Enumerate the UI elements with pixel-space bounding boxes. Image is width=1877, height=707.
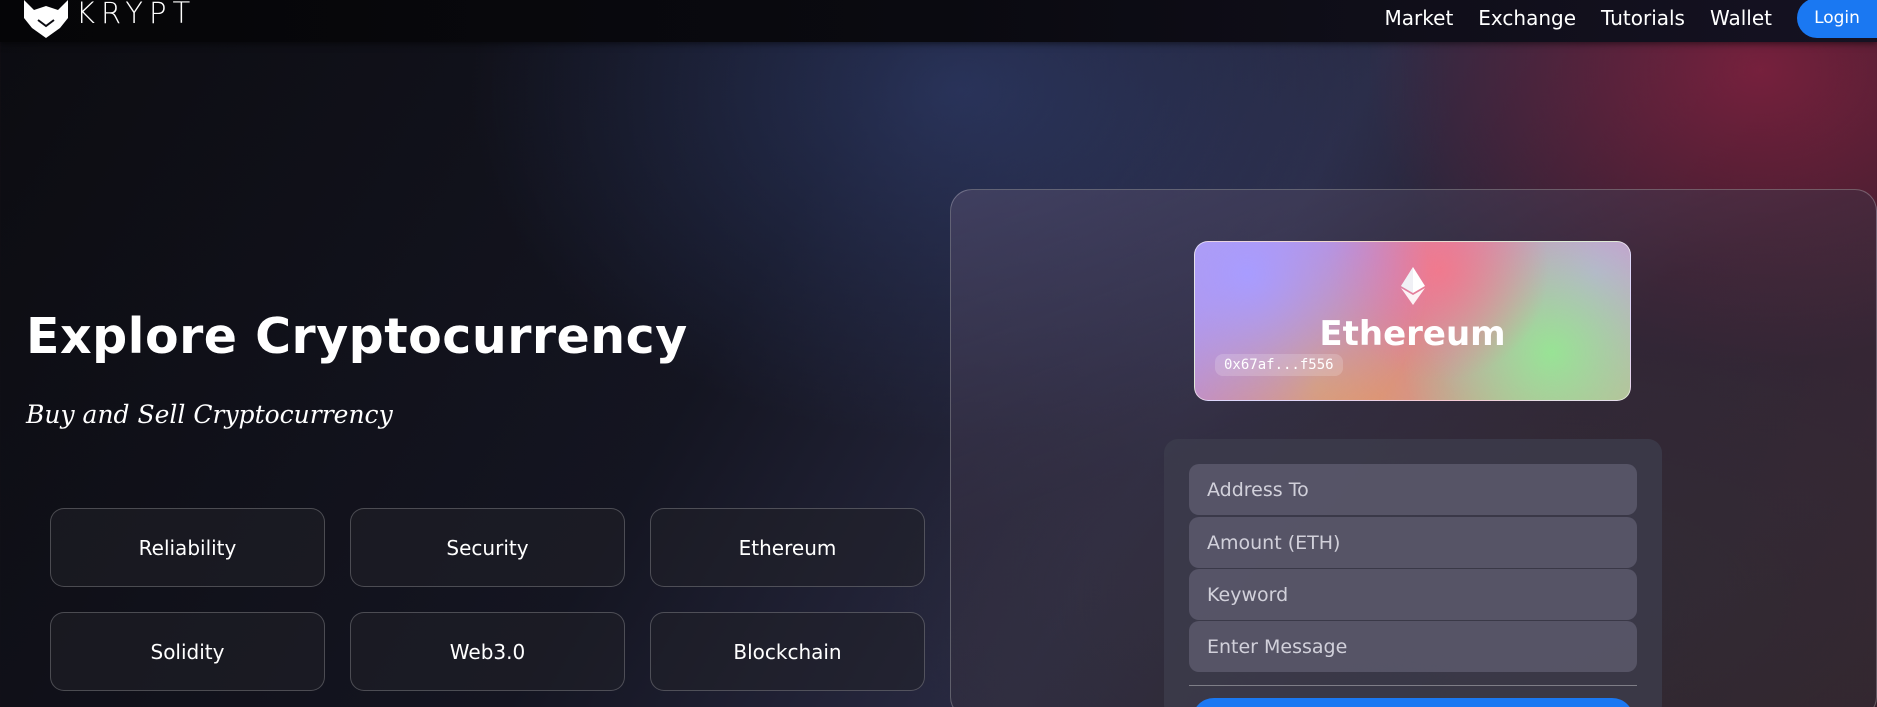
amount-input[interactable]: [1189, 517, 1637, 568]
card-network-name: Ethereum: [1319, 314, 1506, 354]
ethereum-card: Ethereum 0x67af...f556: [1194, 241, 1631, 401]
hero-title: Explore Cryptocurrency: [26, 308, 688, 365]
wallet-address: 0x67af...f556: [1215, 354, 1343, 376]
feature-solidity: Solidity: [50, 612, 325, 691]
send-button[interactable]: [1192, 698, 1634, 707]
feature-blockchain: Blockchain: [650, 612, 925, 691]
nav-link-exchange[interactable]: Exchange: [1478, 0, 1576, 36]
keyword-input[interactable]: [1189, 569, 1637, 620]
feature-ethereum: Ethereum: [650, 508, 925, 587]
ethereum-icon: [1401, 267, 1425, 305]
fox-icon: [18, 0, 74, 44]
brand-name: KRYPT: [76, 0, 197, 30]
form-divider: [1189, 685, 1637, 686]
feature-web3: Web3.0: [350, 612, 625, 691]
feature-reliability: Reliability: [50, 508, 325, 587]
address-to-input[interactable]: [1189, 464, 1637, 515]
brand-logo[interactable]: KRYPT: [18, 0, 196, 42]
hero-subtitle: Buy and Sell Cryptocurrency: [26, 400, 393, 429]
navbar: KRYPT Market Exchange Tutorials Wallet L…: [0, 0, 1877, 42]
nav-link-wallet[interactable]: Wallet: [1710, 0, 1772, 36]
message-input[interactable]: [1189, 621, 1637, 672]
nav-links: Market Exchange Tutorials Wallet Login: [1360, 0, 1877, 38]
feature-security: Security: [350, 508, 625, 587]
nav-link-market[interactable]: Market: [1385, 0, 1454, 36]
nav-link-tutorials[interactable]: Tutorials: [1601, 0, 1685, 36]
login-button[interactable]: Login: [1797, 0, 1877, 38]
